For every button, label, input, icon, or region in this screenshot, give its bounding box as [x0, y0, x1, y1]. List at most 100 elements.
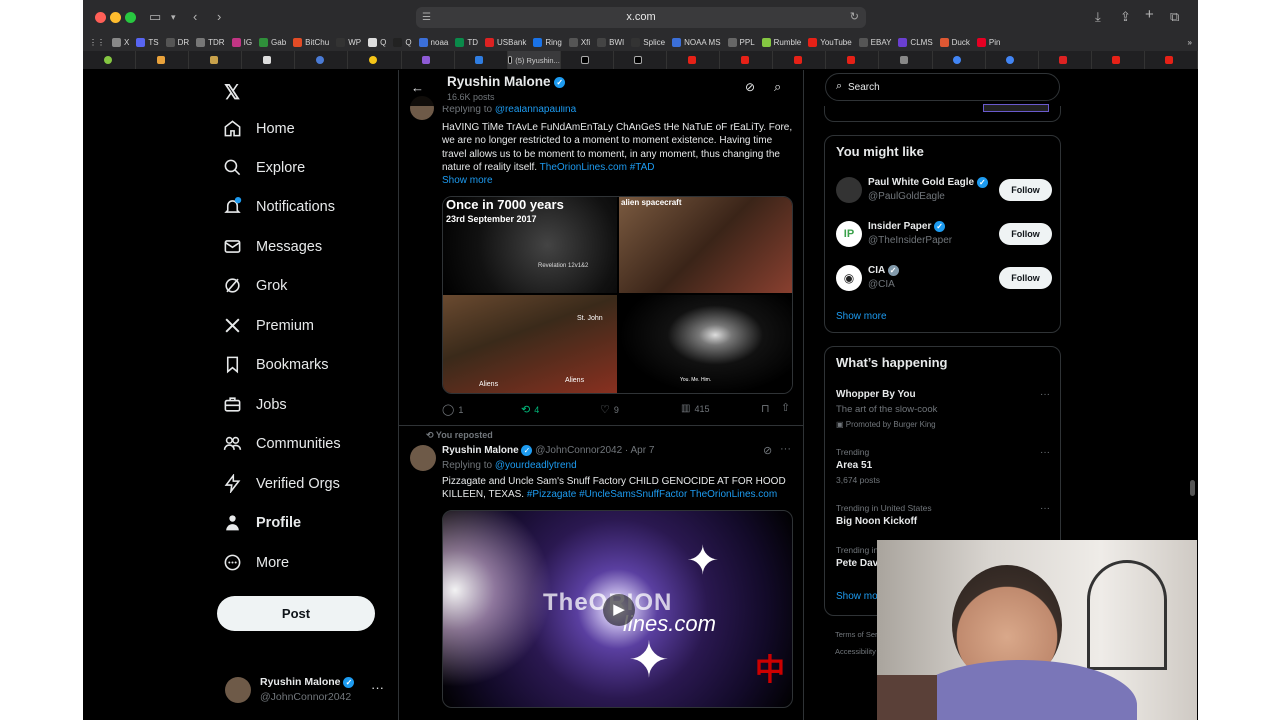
- grok-icon[interactable]: ⊘: [745, 80, 755, 94]
- tab-youtube-5[interactable]: [1092, 51, 1145, 69]
- sidebar-item-jobs[interactable]: Jobs: [223, 395, 287, 414]
- bookmark-item[interactable]: BitChu: [293, 38, 329, 47]
- sidebar-item-home[interactable]: Home: [223, 119, 295, 138]
- author-handle[interactable]: @JohnConnor2042: [535, 445, 622, 456]
- bookmark-item[interactable]: USBank: [485, 38, 526, 47]
- more-dots-icon[interactable]: ···: [1040, 447, 1050, 458]
- sidebar-item-bookmarks[interactable]: Bookmarks: [223, 355, 329, 374]
- tweet-link[interactable]: TheOrionLines.com: [540, 162, 627, 173]
- reply-to-link[interactable]: @yourdeadlytrend: [495, 460, 577, 471]
- suggestion-row[interactable]: ◉ CIA ✓ @CIA Follow: [825, 262, 1062, 302]
- more-dots-icon[interactable]: ···: [1040, 503, 1050, 514]
- trend-item[interactable]: Whopper By You The art of the slow-cook …: [825, 387, 1062, 429]
- footer-accessibility-link[interactable]: Accessibility: [835, 647, 876, 656]
- tab-globe[interactable]: [295, 51, 349, 69]
- tab-stats[interactable]: [189, 51, 243, 69]
- tab-google-1[interactable]: [933, 51, 986, 69]
- tab-chart[interactable]: [136, 51, 190, 69]
- bookmark-item[interactable]: TS: [136, 38, 159, 47]
- bookmark-item[interactable]: Gab: [259, 38, 286, 47]
- tab-q[interactable]: [242, 51, 296, 69]
- follow-button[interactable]: Follow: [999, 179, 1052, 201]
- bookmark-item[interactable]: X: [112, 38, 129, 47]
- bookmark-item[interactable]: noaa: [418, 38, 448, 47]
- bookmark-item[interactable]: Duck: [939, 38, 970, 47]
- avatar[interactable]: [410, 445, 436, 471]
- tab-overview-icon[interactable]: ⧉: [1170, 9, 1179, 25]
- tweet-image-grid[interactable]: Once in 7000 years 23rd September 2017 R…: [442, 196, 793, 394]
- more-dots-icon[interactable]: ···: [1040, 389, 1050, 400]
- tab-ryushin[interactable]: (5) Ryushin...: [507, 51, 561, 69]
- sidebar-toggle-icon[interactable]: ▭: [149, 9, 161, 25]
- x-logo-icon[interactable]: 𝕏: [224, 80, 240, 105]
- bookmark-item[interactable]: CLMS: [898, 38, 933, 47]
- tab-x-3[interactable]: [614, 51, 668, 69]
- bookmark-item[interactable]: Q: [368, 38, 386, 47]
- sidebar-item-notifications[interactable]: Notifications: [223, 197, 335, 216]
- search-input[interactable]: ⌕ Search: [825, 73, 1060, 101]
- tweet-date[interactable]: · Apr 7: [625, 445, 654, 456]
- tab-news[interactable]: [1039, 51, 1092, 69]
- trend-item[interactable]: Trending Area 51 3,674 posts ···: [825, 445, 1062, 487]
- tab-x-2[interactable]: [561, 51, 614, 69]
- bookmark-item[interactable]: YouTube: [808, 38, 852, 47]
- bookmark-item[interactable]: Q: [393, 38, 412, 47]
- show-more-link[interactable]: Show mo: [836, 591, 878, 602]
- search-icon[interactable]: ⌕: [774, 79, 781, 95]
- post-button[interactable]: Post: [217, 596, 375, 631]
- show-more-link[interactable]: Show more: [442, 175, 493, 186]
- tweet-video[interactable]: TheORION lines.com ✦ ✦ 中 ▶: [442, 510, 793, 708]
- sidebar-item-more[interactable]: More: [223, 553, 289, 572]
- follow-button[interactable]: Follow: [999, 267, 1052, 289]
- image-alien-face[interactable]: You. Me. Him.: [619, 295, 792, 393]
- bookmark-item[interactable]: IG: [231, 38, 252, 47]
- bookmark-item[interactable]: NOAA MS: [672, 38, 721, 47]
- tweet-hashtags[interactable]: #Pizzagate #UncleSamsSnuffFactor TheOrio…: [527, 489, 777, 500]
- chevron-down-icon[interactable]: ▾: [171, 12, 176, 23]
- image-renaissance[interactable]: St. John Aliens Aliens: [443, 295, 617, 393]
- reply-button[interactable]: ◯ 1: [442, 403, 463, 416]
- new-tab-icon[interactable]: +: [1145, 6, 1154, 23]
- reload-icon[interactable]: ↻: [850, 7, 859, 28]
- play-icon[interactable]: ▶: [603, 594, 635, 626]
- bookmark-item[interactable]: TD: [455, 38, 478, 47]
- share-button[interactable]: ⇧: [781, 401, 790, 414]
- suggestion-row[interactable]: IP Insider Paper ✓ @TheInsiderPaper Foll…: [825, 218, 1062, 258]
- minimize-window-button[interactable]: [110, 12, 121, 23]
- bookmarks-overflow-icon[interactable]: »: [1188, 38, 1192, 47]
- scrollbar-thumb[interactable]: [1190, 480, 1195, 496]
- sidebar-item-messages[interactable]: Messages: [223, 237, 322, 256]
- download-icon[interactable]: ⤓: [1095, 9, 1101, 25]
- tab-youtube-3[interactable]: [773, 51, 827, 69]
- close-window-button[interactable]: [95, 12, 106, 23]
- author-name[interactable]: Ryushin Malone: [442, 445, 519, 456]
- more-dots-icon[interactable]: ···: [780, 443, 791, 455]
- bookmark-button[interactable]: ⊓: [761, 402, 770, 415]
- zoom-window-button[interactable]: [125, 12, 136, 23]
- tab-purple[interactable]: [402, 51, 455, 69]
- tab-google-2[interactable]: [986, 51, 1039, 69]
- sidebar-item-grok[interactable]: Grok: [223, 276, 287, 295]
- bookmarks-grid-icon[interactable]: ⋮⋮: [89, 38, 105, 47]
- bookmark-item[interactable]: EBAY: [858, 38, 891, 47]
- tab-youtube-4[interactable]: [826, 51, 880, 69]
- bookmark-item[interactable]: BWI: [597, 38, 624, 47]
- back-arrow-icon[interactable]: ←: [411, 80, 424, 95]
- tab-rumble[interactable]: [83, 51, 137, 69]
- tab-blue[interactable]: [455, 51, 508, 69]
- bookmark-item[interactable]: TDR: [196, 38, 225, 47]
- tab-misc[interactable]: [879, 51, 933, 69]
- sidebar-item-premium[interactable]: Premium: [223, 316, 314, 335]
- thumbnail[interactable]: [983, 104, 1049, 112]
- tab-youtube-2[interactable]: [720, 51, 774, 69]
- sidebar-item-communities[interactable]: Communities: [223, 434, 341, 453]
- bookmark-item[interactable]: Pin: [976, 38, 1000, 47]
- tweet-hashtag[interactable]: #TAD: [630, 162, 655, 173]
- like-button[interactable]: ♡ 9: [600, 403, 619, 416]
- bookmark-item[interactable]: DR: [165, 38, 189, 47]
- share-icon[interactable]: ⇪: [1120, 9, 1131, 25]
- back-icon[interactable]: ‹: [193, 9, 197, 24]
- views-button[interactable]: ▥ 415: [681, 403, 709, 414]
- tab-youtube-1[interactable]: [667, 51, 721, 69]
- page-menu-icon[interactable]: ☰: [422, 7, 431, 28]
